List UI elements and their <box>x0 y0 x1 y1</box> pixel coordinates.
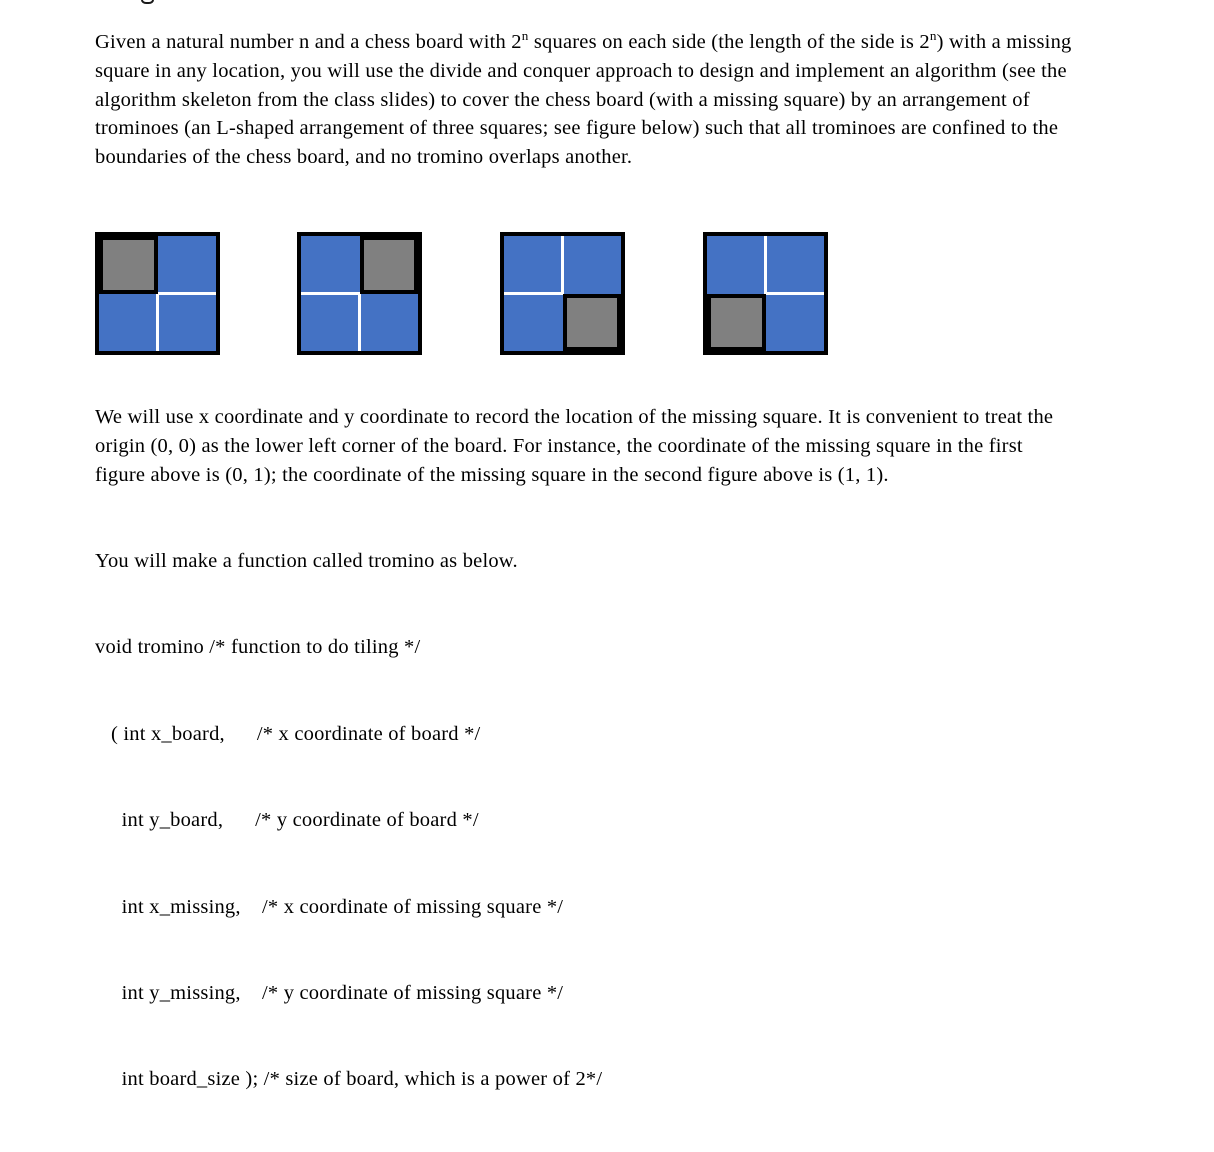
code-line: int board_size ); /* size of board, whic… <box>95 1068 603 1091</box>
exponent-n-second: n <box>929 28 937 44</box>
figure-2-cell-top-right-missing <box>359 236 418 294</box>
code-function-signature: void tromino /* function to do tiling */… <box>95 576 1095 1152</box>
paragraph-coordinates: We will use x coordinate and y coordinat… <box>95 406 1054 486</box>
code-line: ( int x_board, /* x coordinate of board … <box>95 722 481 745</box>
figure-3-separator-horizontal <box>504 292 563 295</box>
cropped-glyph-remnant <box>141 0 154 4</box>
figure-2-cell-bottom-right <box>359 293 418 351</box>
figure-1-separator-horizontal <box>157 292 216 295</box>
paragraph-1-segment-a: Given a natural number n and a chess boa… <box>95 31 522 53</box>
figure-4-cell-bottom-right <box>765 293 824 351</box>
figure-3-cell-top-left <box>504 236 563 294</box>
figure-4-separator-horizontal <box>765 292 824 295</box>
tromino-figure-2 <box>297 232 422 355</box>
figure-1-cell-bottom-right <box>157 293 216 351</box>
code-line: int y_missing, /* y coordinate of missin… <box>95 981 564 1004</box>
figure-4-grid <box>703 232 828 355</box>
figure-4-cell-bottom-left-missing <box>707 293 766 351</box>
coordinate-explanation-block: We will use x coordinate and y coordinat… <box>95 403 1077 489</box>
figure-3-separator-vertical <box>561 236 564 294</box>
figure-2-separator-horizontal <box>301 292 360 295</box>
figure-4-cell-top-right <box>765 236 824 294</box>
figure-3-cell-bottom-left <box>504 293 563 351</box>
intro-paragraph-block: Given a natural number n and a chess boa… <box>95 28 1077 172</box>
function-signature-block: You will make a function called tromino … <box>95 547 1095 1152</box>
paragraph-1-segment-b: squares on each side (the length of the … <box>528 31 930 53</box>
paragraph-problem-statement: Given a natural number n and a chess boa… <box>95 28 1077 172</box>
figure-4-cell-top-left <box>707 236 766 294</box>
exponent-n-first: n <box>521 28 529 44</box>
figure-2-cell-bottom-left <box>301 293 360 351</box>
tromino-figure-1 <box>95 232 220 355</box>
figure-2-grid <box>297 232 422 355</box>
figure-1-cell-top-left-missing <box>99 236 158 294</box>
tromino-figure-3 <box>500 232 625 355</box>
code-line: void tromino /* function to do tiling */ <box>95 636 421 659</box>
tromino-figure-4 <box>703 232 828 355</box>
document-page: Given a natural number n and a chess boa… <box>0 0 1214 1090</box>
figure-3-cell-bottom-right-missing <box>562 293 621 351</box>
figure-3-cell-top-right <box>562 236 621 294</box>
tromino-figures-row <box>95 232 1095 356</box>
figure-2-separator-vertical <box>358 293 361 351</box>
figure-4-separator-vertical <box>764 236 767 294</box>
figure-1-separator-vertical <box>156 293 159 351</box>
figure-2-cell-top-left <box>301 236 360 294</box>
figure-3-grid <box>500 232 625 355</box>
code-line: int y_board, /* y coordinate of board */ <box>95 809 479 832</box>
figure-1-cell-bottom-left <box>99 293 158 351</box>
figure-1-grid <box>95 232 220 355</box>
paragraph-function-intro: You will make a function called tromino … <box>95 550 518 572</box>
code-line: int x_missing, /* x coordinate of missin… <box>95 895 564 918</box>
figure-1-cell-top-right <box>157 236 216 294</box>
